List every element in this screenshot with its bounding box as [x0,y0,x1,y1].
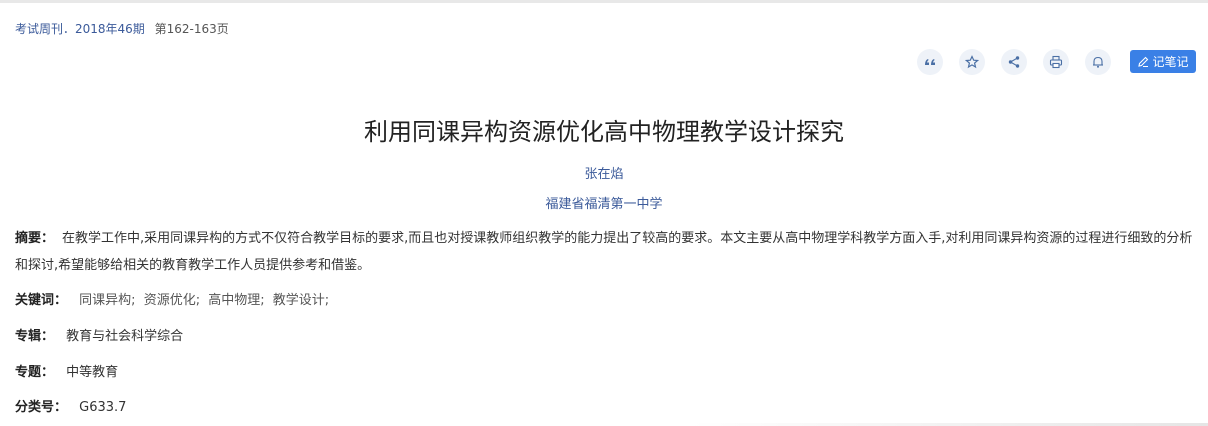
topic-row: 专题： 中等教育 [15,361,118,380]
classification-label: 分类号： [15,400,68,415]
classification-row: 分类号： G633.7 [15,396,126,415]
bell-icon[interactable] [1085,49,1111,75]
quote-icon[interactable] [917,49,943,75]
author-link[interactable]: 张在焰 [0,163,1208,182]
keyword-link[interactable]: 高中物理; [208,293,264,308]
topic-value: 中等教育 [66,365,119,380]
top-divider [0,0,1208,3]
share-icon[interactable] [1001,49,1027,75]
article-title: 利用同课异构资源优化高中物理教学设计探究 [364,118,844,146]
series-row: 专辑： 教育与社会科学综合 [15,325,183,344]
keyword-link[interactable]: 教学设计; [273,293,329,308]
article-toolbar [917,49,1127,75]
journal-link[interactable]: 考试周刊．2018年46期 [15,22,145,36]
series-label: 专辑： [15,329,55,344]
topic-label: 专题： [15,365,55,380]
abstract-text: 在教学工作中,采用同课异构的方式不仅符合教学目标的要求,而且也对授课教师组织教学… [15,231,1193,273]
source-info: 考试周刊．2018年46期 第162-163页 [15,20,235,37]
keywords-label: 关键词： [15,293,68,308]
keyword-link[interactable]: 资源优化; [144,293,200,308]
organization-link[interactable]: 福建省福清第一中学 [0,193,1208,212]
page-range: 第162-163页 [154,22,229,36]
pencil-icon [1138,56,1149,67]
keyword-link[interactable]: 同课异构; [79,293,135,308]
print-icon[interactable] [1043,49,1069,75]
classification-value: G633.7 [79,400,127,415]
keywords-row: 关键词： 同课异构; 资源优化; 高中物理; 教学设计; [15,289,333,308]
abstract-label: 摘要： [15,231,55,246]
abstract: 摘要： 在教学工作中,采用同课异构的方式不仅符合教学目标的要求,而且也对授课教师组… [15,225,1200,279]
series-value: 教育与社会科学综合 [66,329,184,344]
star-icon[interactable] [959,49,985,75]
take-note-label: 记笔记 [1152,55,1189,69]
take-note-button[interactable]: 记笔记 [1130,50,1196,73]
